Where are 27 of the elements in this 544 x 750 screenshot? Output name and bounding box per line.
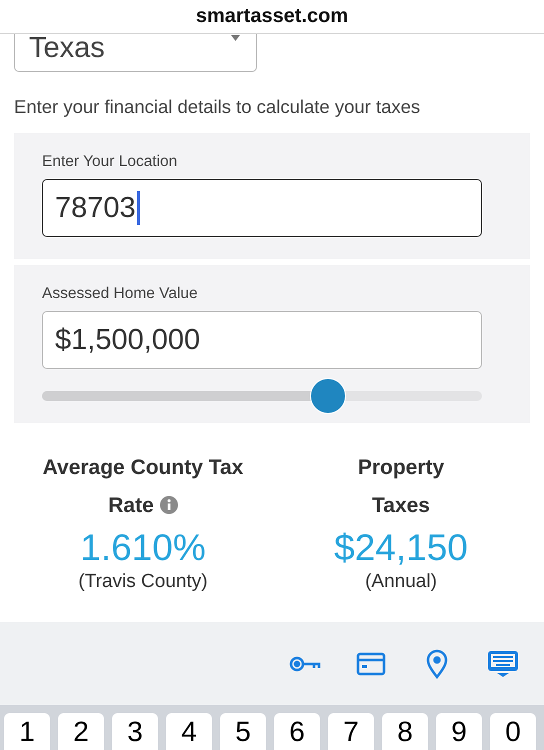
keyboard-key[interactable]: 4	[166, 713, 212, 750]
location-field[interactable]: 78703	[42, 179, 482, 237]
state-select[interactable]: Texas	[14, 34, 257, 72]
result-note: (Travis County)	[78, 571, 208, 593]
result-note: (Annual)	[365, 571, 437, 593]
keyboard-key[interactable]: 8	[382, 713, 428, 750]
slider-thumb[interactable]	[310, 378, 346, 414]
keyboard-icon[interactable]	[486, 648, 520, 678]
keyboard-key[interactable]: 3	[112, 713, 158, 750]
home-value-field[interactable]: $1,500,000	[42, 311, 482, 369]
keyboard-key[interactable]: 5	[220, 713, 266, 750]
result-title: Average County Tax Rate	[42, 455, 244, 519]
result-value: $24,150	[334, 526, 468, 570]
keyboard-key[interactable]: 6	[274, 713, 320, 750]
result-value: 1.610%	[80, 526, 206, 570]
info-icon[interactable]	[160, 496, 178, 514]
result-title: Property Taxes	[356, 455, 446, 519]
address-url[interactable]: smartasset.com	[196, 5, 348, 28]
keyboard-key[interactable]: 7	[328, 713, 374, 750]
field-label: Enter Your Location	[42, 153, 178, 171]
field-label: Assessed Home Value	[42, 285, 199, 303]
intro-text: Enter your financial details to calculate your taxes	[13, 95, 422, 119]
keyboard-key[interactable]: 1	[4, 713, 50, 750]
value-slider[interactable]	[42, 378, 482, 414]
keyboard-key[interactable]: 0	[490, 713, 536, 750]
keyboard-key[interactable]: 2	[58, 713, 104, 750]
keyboard-key[interactable]: 9	[436, 713, 482, 750]
